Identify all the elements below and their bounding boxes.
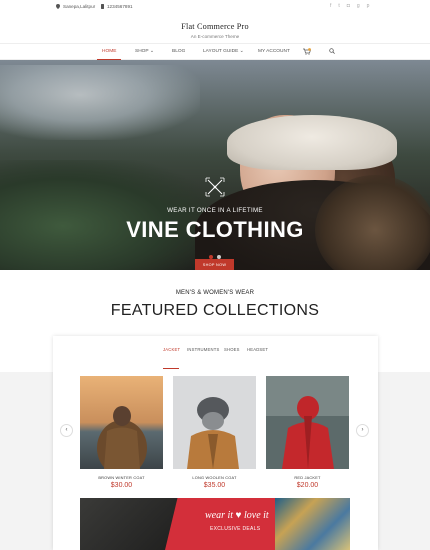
cart-button[interactable] xyxy=(303,48,311,57)
product-tabs: JACKET INSTRUMENTS SHOES HEADSET xyxy=(53,344,378,369)
twitter-icon[interactable]: t xyxy=(338,3,339,9)
tab-shoes[interactable]: SHOES xyxy=(224,347,240,352)
product-price: $35.00 xyxy=(203,482,226,489)
nav-item-layout-guide-label: LAYOUT GUIDE xyxy=(203,49,239,54)
chevron-down-icon: ⌄ xyxy=(149,49,154,54)
nav-item-home[interactable]: HOME xyxy=(102,49,116,54)
banner-red-shape xyxy=(165,498,290,550)
product-image[interactable] xyxy=(173,376,256,469)
search-icon xyxy=(329,48,335,54)
main-nav: HOME SHOP ⌄ BLOG LAYOUT GUIDE ⌄ MY ACCOU… xyxy=(0,43,430,60)
product-image[interactable] xyxy=(266,376,349,469)
facebook-icon[interactable]: f xyxy=(330,3,331,9)
brand: Flat Commerce Pro An E-commerce Theme xyxy=(0,22,430,39)
cart-icon xyxy=(303,48,311,55)
phone-text: 1234567891 xyxy=(107,4,133,9)
chevron-left-icon: ‹ xyxy=(65,427,68,433)
carousel-prev-button[interactable]: ‹ xyxy=(60,424,73,437)
product-price: $30.00 xyxy=(110,482,133,489)
product-name[interactable]: RED JACKET xyxy=(266,475,349,480)
hero-heading: VINE CLOTHING xyxy=(126,217,304,242)
nav-item-blog[interactable]: BLOG xyxy=(172,49,185,54)
hero-slider: WEAR IT ONCE IN A LIFETIME VINE CLOTHING… xyxy=(0,60,430,270)
site-subtitle: An E-commerce Theme xyxy=(190,34,240,39)
crossed-arrows-icon xyxy=(205,177,225,197)
shop-now-button[interactable]: SHOP NOW xyxy=(195,259,234,270)
product-photo-woolen-coat xyxy=(173,376,256,469)
location-text: Sanepa,Lalitpur xyxy=(63,4,96,9)
banner-script-text: wear it ♥ love it xyxy=(205,510,269,521)
product-panel: JACKET INSTRUMENTS SHOES HEADSET ‹ › BRO… xyxy=(53,336,378,550)
tab-instruments[interactable]: INSTRUMENTS xyxy=(187,347,219,352)
tab-headset[interactable]: HEADSET xyxy=(247,347,268,352)
googleplus-icon[interactable]: g xyxy=(357,3,360,9)
location-pin-icon xyxy=(56,4,60,9)
product-name[interactable]: LONG WOOLEN COAT xyxy=(173,475,256,480)
featured-section-header: MEN'S & WOMEN'S WEAR FEATURED COLLECTION… xyxy=(0,290,430,320)
nav-item-shop-label: SHOP xyxy=(135,49,149,54)
phone-icon xyxy=(101,4,104,9)
site-title[interactable]: Flat Commerce Pro xyxy=(0,22,430,31)
hero-tagline: WEAR IT ONCE IN A LIFETIME xyxy=(167,207,263,214)
product-card[interactable]: RED JACKET $20.00 xyxy=(266,376,349,489)
hero-bg-mountains xyxy=(0,65,200,140)
phone: 1234567891 xyxy=(101,4,133,9)
product-card[interactable]: BROWN WINTER COAT $30.00 xyxy=(80,376,163,489)
slider-dot[interactable] xyxy=(217,255,221,259)
product-photo-brown-coat xyxy=(80,376,163,469)
nav-item-shop[interactable]: SHOP ⌄ xyxy=(135,49,154,54)
social-links: f t ◘ g p xyxy=(330,3,369,9)
section-subtitle: MEN'S & WOMEN'S WEAR xyxy=(175,290,255,296)
hero-bg-trees xyxy=(0,160,210,270)
nav-item-my-account[interactable]: MY ACCOUNT xyxy=(258,49,290,54)
pinterest-icon[interactable]: p xyxy=(367,3,370,9)
carousel-next-button[interactable]: › xyxy=(356,424,369,437)
tab-active-indicator xyxy=(163,368,179,369)
banner-photo-right xyxy=(275,498,350,550)
banner-photo-left xyxy=(80,498,180,550)
hero-model-hat xyxy=(227,115,397,170)
product-image[interactable] xyxy=(80,376,163,469)
search-button[interactable] xyxy=(329,48,335,56)
location: Sanepa,Lalitpur xyxy=(56,4,95,9)
nav-item-layout-guide[interactable]: LAYOUT GUIDE ⌄ xyxy=(203,49,244,54)
instagram-icon[interactable]: ◘ xyxy=(347,3,350,9)
banner-sub-text: EXCLUSIVE DEALS xyxy=(210,526,261,532)
tab-jacket[interactable]: JACKET xyxy=(163,347,180,352)
product-photo-red-jacket xyxy=(266,376,349,469)
chevron-right-icon: › xyxy=(361,427,364,433)
slider-dot[interactable] xyxy=(209,255,213,259)
promo-banner[interactable]: wear it ♥ love it EXCLUSIVE DEALS xyxy=(80,498,350,550)
top-bar: Sanepa,Lalitpur 1234567891 f t ◘ g p xyxy=(0,0,430,14)
slider-dots xyxy=(209,255,221,259)
product-price: $20.00 xyxy=(296,482,319,489)
product-name[interactable]: BROWN WINTER COAT xyxy=(80,475,163,480)
chevron-down-icon: ⌄ xyxy=(239,49,244,54)
product-card[interactable]: LONG WOOLEN COAT $35.00 xyxy=(173,376,256,489)
section-title: FEATURED COLLECTIONS xyxy=(110,302,320,319)
